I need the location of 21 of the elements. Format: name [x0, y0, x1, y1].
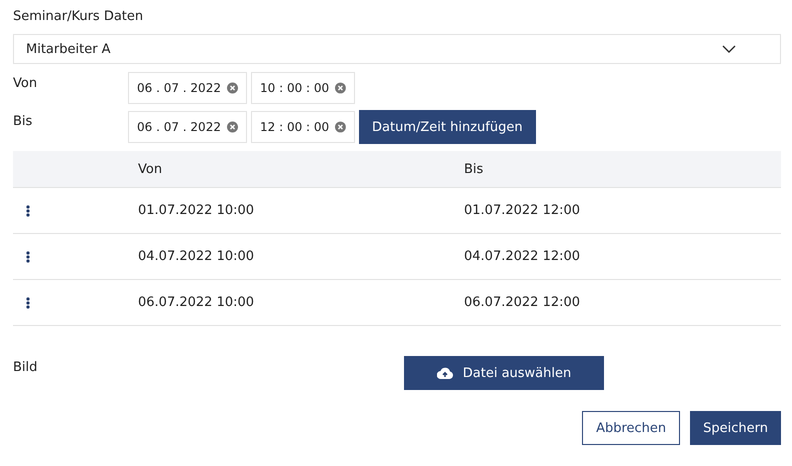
date-field[interactable]: 06 . 07 . 2022 — [128, 111, 247, 143]
cancel-button[interactable]: Abbrechen — [582, 411, 680, 445]
table-cell-text: 06.07.2022 10:00 — [138, 295, 256, 310]
column-header: Von — [138, 162, 164, 176]
date-field[interactable]: 06 . 07 . 2022 — [128, 72, 247, 104]
table-cell: 04.07.2022 12:00 — [464, 249, 580, 264]
table-cell: 01.07.2022 12:00 — [464, 203, 580, 218]
upload-button[interactable]: Datei auswählen — [404, 356, 604, 390]
employee-select[interactable]: Mitarbeiter A — [13, 34, 781, 64]
time-field[interactable]: 10 : 00 : 00 — [251, 72, 355, 104]
field-label: Bild — [13, 359, 38, 375]
table-cell: 06.07.2022 12:00 — [464, 295, 580, 310]
table-cell-text: 01.07.2022 10:00 — [138, 203, 256, 218]
field-label: Von — [13, 75, 38, 91]
column-header: Bis — [464, 162, 484, 176]
save-button[interactable]: Speichern — [690, 411, 781, 445]
section-title: Seminar/Kurs Daten — [13, 8, 144, 26]
field-label: Bis — [13, 113, 34, 129]
table-cell-text: 04.07.2022 10:00 — [138, 249, 256, 264]
time-field[interactable]: 12 : 00 : 00 — [251, 111, 355, 143]
add-datetime-button[interactable]: Datum/Zeit hinzufügen — [359, 110, 536, 144]
